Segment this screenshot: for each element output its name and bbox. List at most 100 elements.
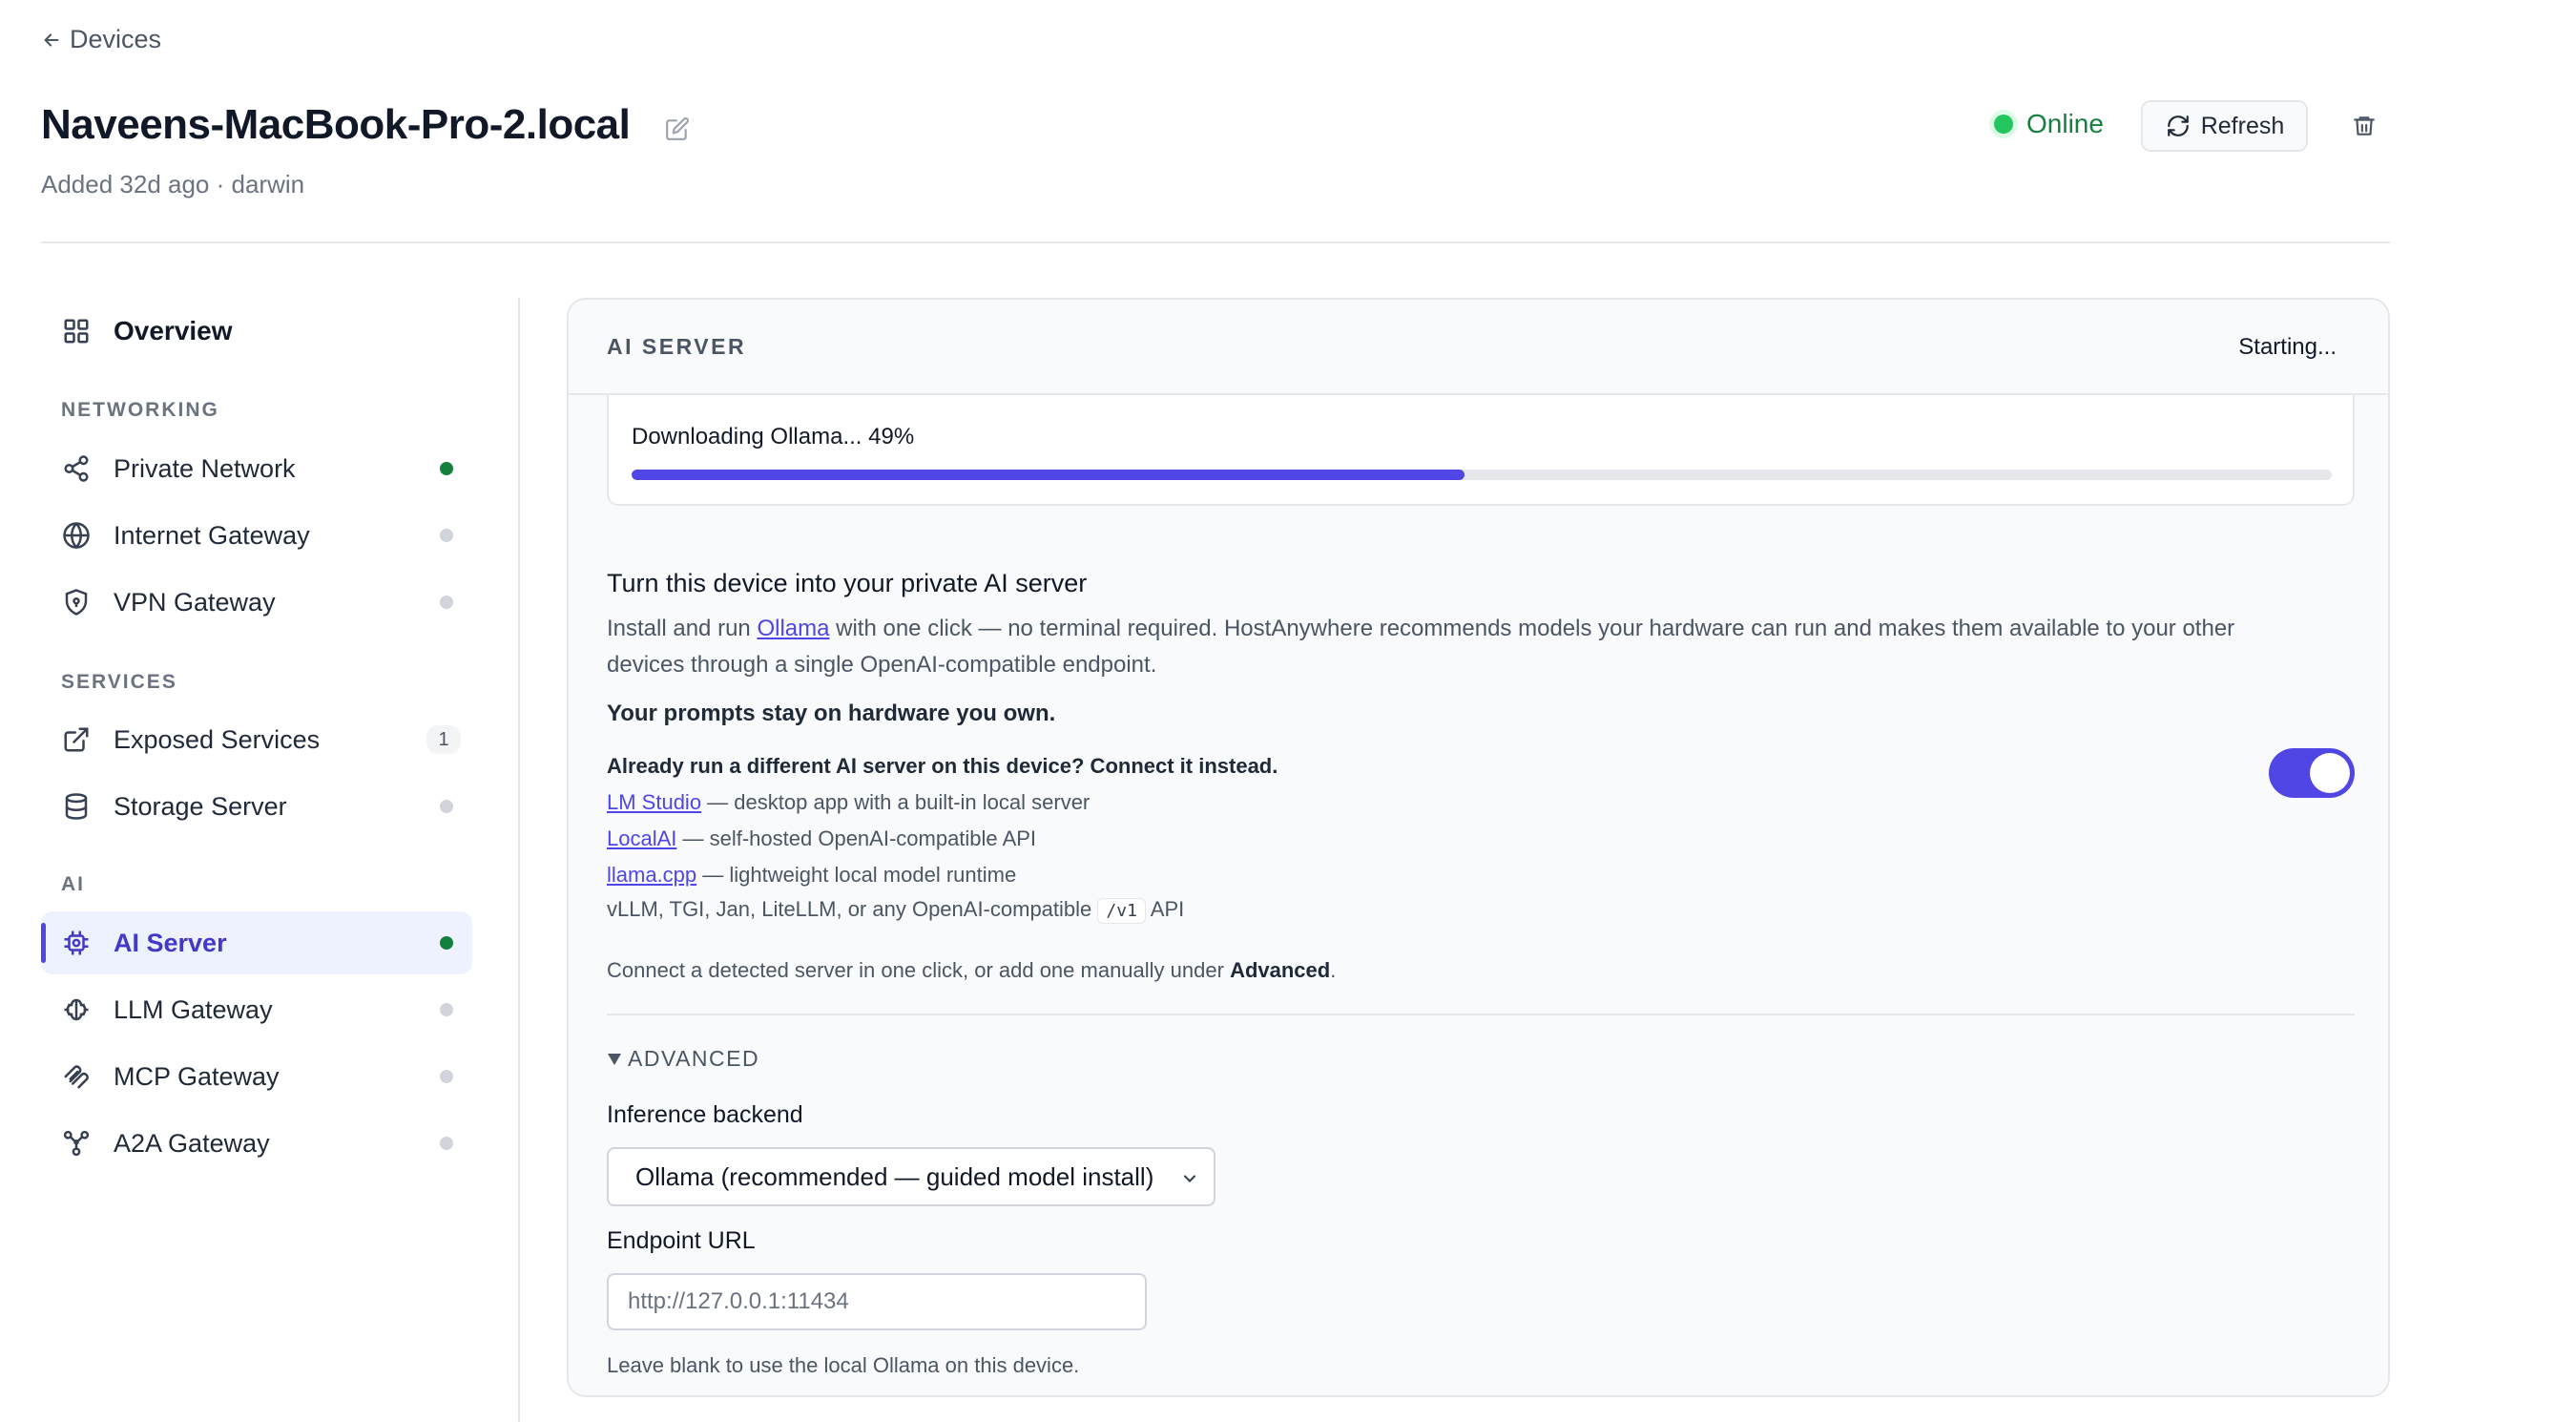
llama-cpp-link[interactable]: llama.cpp — [607, 863, 696, 887]
sidebar-item-label: VPN Gateway — [114, 587, 276, 617]
trash-icon — [2348, 110, 2380, 142]
caret-down-icon — [607, 1052, 622, 1067]
section-description: Install and run Ollama with one click — … — [607, 611, 2248, 683]
sidebar-item-exposed-services[interactable]: Exposed Services 1 — [41, 708, 472, 771]
server-desc: API — [1145, 897, 1185, 921]
sidebar-item-label: Storage Server — [114, 791, 287, 821]
page-title-row: Naveens-MacBook-Pro-2.local — [41, 101, 691, 149]
advanced-label: ADVANCED — [628, 1046, 760, 1071]
server-option-other: vLLM, TGI, Jan, LiteLLM, or any OpenAI-c… — [607, 897, 1185, 924]
sidebar-item-label: Exposed Services — [114, 724, 321, 754]
backend-value: Ollama (recommended — guided model insta… — [635, 1161, 1154, 1191]
connect-hint: Connect a detected server in one click, … — [607, 958, 1336, 983]
backend-label: Inference backend — [607, 1101, 803, 1128]
hint-bold: Advanced — [1230, 958, 1331, 982]
refresh-button-label: Refresh — [2200, 112, 2285, 139]
server-state: Starting... — [2238, 334, 2337, 360]
server-desc: vLLM, TGI, Jan, LiteLLM, or any OpenAI-c… — [607, 897, 1098, 921]
server-desc: — lightweight local model runtime — [696, 863, 1017, 887]
sidebar-item-label: AI Server — [114, 928, 227, 957]
card-header: AI SERVER Starting... — [569, 300, 2388, 395]
download-progress: Downloading Ollama... 49% — [607, 395, 2355, 506]
refresh-icon — [2165, 113, 2192, 139]
section-title: Turn this device into your private AI se… — [607, 569, 1088, 597]
sidebar-item-label: Overview — [114, 316, 233, 345]
sidebar-item-llm-gateway[interactable]: LLM Gateway — [41, 978, 472, 1041]
server-option: LocalAI — self-hosted OpenAI-compatible … — [607, 826, 1036, 851]
database-icon — [60, 790, 93, 823]
status-dot — [440, 1137, 453, 1150]
edit-icon[interactable] — [664, 115, 691, 142]
delete-button[interactable] — [2349, 110, 2379, 142]
progress-track — [632, 470, 2332, 480]
server-option: LM Studio — desktop app with a built-in … — [607, 790, 1090, 815]
hint-text: . — [1330, 958, 1337, 982]
sidebar-item-label: Private Network — [114, 453, 296, 483]
refresh-button[interactable]: Refresh — [2141, 100, 2308, 152]
desc-text: Install and run — [607, 616, 758, 641]
advanced-toggle[interactable]: ADVANCED — [607, 1046, 759, 1072]
toggle-knob — [2310, 753, 2350, 793]
lm-studio-link[interactable]: LM Studio — [607, 790, 701, 814]
sidebar-item-overview[interactable]: Overview — [41, 300, 472, 363]
sidebar-item-label: MCP Gateway — [114, 1061, 280, 1091]
sidebar-section-ai: AI — [61, 873, 85, 895]
status-dot — [440, 800, 453, 813]
progress-fill — [632, 470, 1465, 480]
status-dot — [440, 596, 453, 609]
status-badge: Online — [1994, 109, 2104, 139]
v1-code: /v1 — [1097, 898, 1146, 924]
backend-select[interactable]: Ollama (recommended — guided model insta… — [607, 1147, 1215, 1206]
network-icon — [60, 1127, 93, 1160]
arrow-left-icon — [41, 30, 62, 51]
sidebar-item-internet-gateway[interactable]: Internet Gateway — [41, 504, 472, 567]
ai-server-card: AI SERVER Starting... Downloading Ollama… — [567, 298, 2390, 1397]
sidebar-item-storage-server[interactable]: Storage Server — [41, 775, 472, 838]
section-divider — [607, 1014, 2355, 1015]
server-desc: — self-hosted OpenAI-compatible API — [676, 826, 1037, 850]
desc-text: with one click — no terminal required. H… — [607, 616, 2235, 678]
mcp-icon — [60, 1060, 93, 1093]
sidebar-section-services: SERVICES — [61, 671, 177, 693]
status-dot — [440, 1003, 453, 1016]
server-option: llama.cpp — lightweight local model runt… — [607, 863, 1016, 888]
page-title: Naveens-MacBook-Pro-2.local — [41, 101, 631, 148]
page-subtitle: Added 32d ago · darwin — [41, 170, 305, 199]
count-badge: 1 — [426, 725, 461, 754]
sidebar-item-private-network[interactable]: Private Network — [41, 437, 472, 500]
hint-text: Connect a detected server in one click, … — [607, 958, 1231, 982]
external-link-icon — [60, 723, 93, 756]
chevron-down-icon — [1179, 1168, 1200, 1189]
endpoint-url-input[interactable] — [607, 1273, 1147, 1330]
status-dot — [440, 529, 453, 542]
privacy-note: Your prompts stay on hardware you own. — [607, 701, 1056, 726]
sidebar-section-networking: NETWORKING — [61, 399, 219, 421]
brain-icon — [60, 993, 93, 1026]
sidebar-item-label: Internet Gateway — [114, 520, 310, 550]
globe-icon — [60, 519, 93, 552]
sidebar-item-vpn-gateway[interactable]: VPN Gateway — [41, 571, 472, 634]
localai-link[interactable]: LocalAI — [607, 826, 676, 850]
status-dot — [440, 1070, 453, 1083]
header-divider — [41, 241, 2390, 243]
endpoint-help: Leave blank to use the local Ollama on t… — [607, 1353, 1080, 1377]
sidebar-item-mcp-gateway[interactable]: MCP Gateway — [41, 1045, 472, 1108]
status-dot — [440, 936, 453, 950]
share-icon — [60, 452, 93, 485]
server-desc: — desktop app with a built-in local serv… — [701, 790, 1091, 814]
status-dot — [1994, 115, 2013, 134]
ollama-link[interactable]: Ollama — [757, 616, 829, 641]
back-link[interactable]: Devices — [41, 25, 161, 54]
connect-existing-toggle[interactable] — [2269, 748, 2355, 798]
status-label: Online — [2026, 109, 2104, 138]
sidebar-item-a2a-gateway[interactable]: A2A Gateway — [41, 1112, 472, 1175]
sidebar-item-label: LLM Gateway — [114, 994, 273, 1024]
status-dot — [440, 462, 453, 475]
card-heading: AI SERVER — [607, 334, 747, 359]
grid-icon — [60, 315, 93, 347]
sidebar-item-ai-server[interactable]: AI Server — [41, 911, 472, 974]
progress-text: Downloading Ollama... 49% — [632, 424, 915, 450]
shield-icon — [60, 586, 93, 618]
cpu-icon — [60, 927, 93, 959]
connect-heading: Already run a different AI server on thi… — [607, 754, 1278, 778]
